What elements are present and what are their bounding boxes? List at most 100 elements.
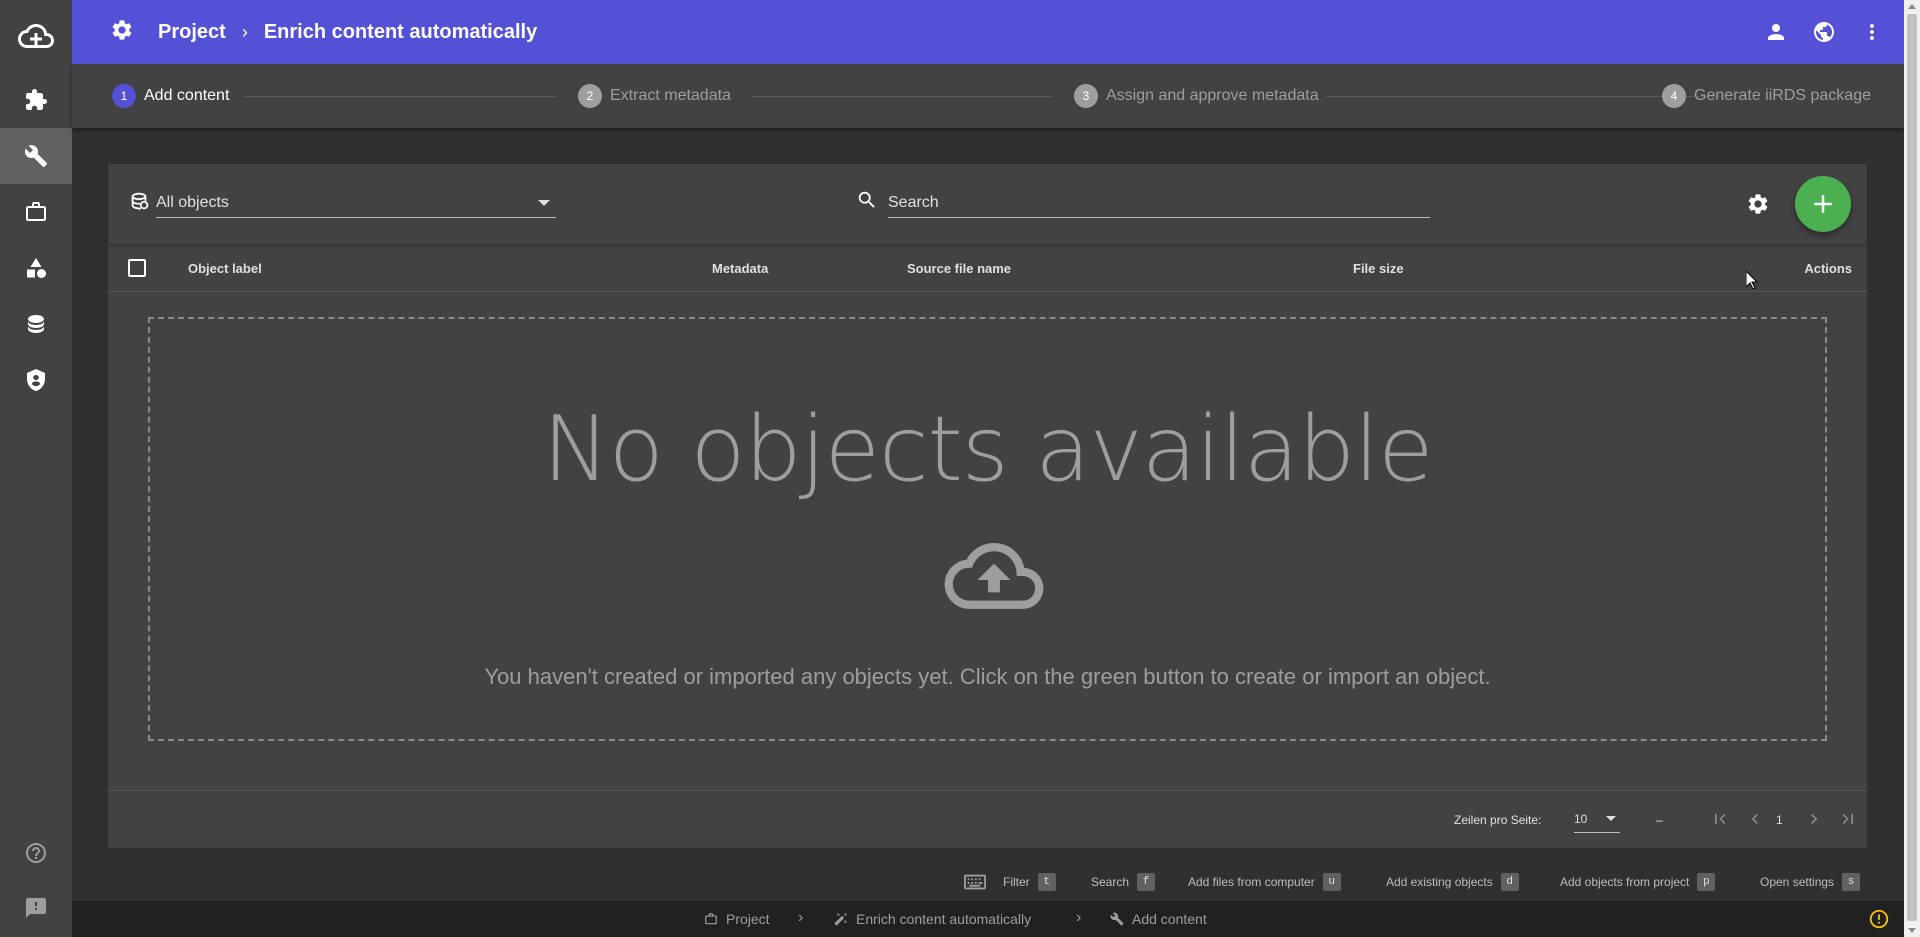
sidebar-item-tools[interactable] — [0, 128, 72, 184]
search-input[interactable] — [888, 188, 1430, 218]
table-settings-button[interactable] — [1742, 188, 1774, 220]
column-metadata[interactable]: Metadata — [712, 261, 768, 276]
first-page-icon — [1715, 814, 1726, 824]
puzzle-icon — [26, 89, 47, 110]
previous-page-button[interactable] — [1743, 807, 1767, 831]
step-label: Add content — [144, 87, 230, 104]
step-connector — [244, 96, 556, 97]
hint-key: d — [1500, 873, 1519, 891]
sidebar-item-projects[interactable] — [0, 184, 72, 240]
footer-breadcrumb-bar: Project › Enrich content automatically ›… — [72, 901, 1904, 937]
feedback-icon — [26, 898, 46, 918]
hint-label: Search — [1091, 875, 1130, 889]
hint-key: t — [1037, 873, 1056, 891]
mouse-cursor-icon — [1746, 271, 1758, 289]
step-generate-iirds-package[interactable]: 4 Generate iiRDS package — [1662, 84, 1871, 108]
rows-per-page-select[interactable]: 10 — [1574, 805, 1620, 833]
magic-wand-icon — [834, 913, 847, 926]
column-object-label[interactable]: Object label — [188, 261, 262, 276]
footer-breadcrumb-enrich[interactable]: Enrich content automatically — [834, 911, 1031, 927]
chevron-left-icon — [1751, 814, 1758, 824]
object-filter-select[interactable]: All objects — [156, 188, 556, 218]
hint-add-objects-from-project: Add objects from project p — [1560, 873, 1716, 891]
breadcrumb-label: Add content — [1132, 911, 1207, 927]
step-number: 4 — [1662, 84, 1686, 108]
upload-dropzone[interactable]: No objects available You haven't created… — [148, 317, 1827, 741]
current-page: 1 — [1776, 813, 1783, 827]
more-menu-button[interactable] — [1848, 8, 1896, 56]
objects-toolbar: All objects — [108, 164, 1867, 244]
page-scrollbar[interactable] — [1904, 0, 1920, 937]
hint-label: Filter — [1003, 875, 1030, 889]
hint-search: Search f — [1091, 873, 1156, 891]
breadcrumb-project[interactable]: Project — [158, 21, 226, 44]
step-label: Generate iiRDS package — [1694, 87, 1871, 104]
rows-per-page-value: 10 — [1574, 812, 1588, 826]
step-number: 2 — [578, 84, 602, 108]
keyboard-icon — [964, 874, 986, 890]
footer-breadcrumb-project[interactable]: Project — [704, 911, 770, 927]
column-source-file-name[interactable]: Source file name — [907, 261, 1011, 276]
sidebar — [0, 0, 72, 937]
app-logo-cloud-add-icon[interactable] — [0, 8, 72, 64]
breadcrumb-label: Enrich content automatically — [856, 911, 1032, 927]
next-page-button[interactable] — [1802, 807, 1826, 831]
empty-state-title: No objects available — [542, 397, 1433, 502]
wrench-icon — [1110, 912, 1124, 926]
object-filter-value: All objects — [156, 194, 229, 211]
column-actions: Actions — [1804, 261, 1852, 276]
last-page-icon — [1842, 814, 1853, 824]
scroll-down-arrow-icon[interactable] — [1908, 928, 1916, 933]
keyboard-shortcut-hints: Filter t Search f Add files from compute… — [0, 873, 1880, 893]
search-icon — [856, 189, 878, 211]
cloud-upload-icon — [944, 543, 1044, 613]
step-label: Extract metadata — [610, 87, 731, 104]
hint-add-files-from-computer: Add files from computer u — [1188, 873, 1341, 891]
scrollbar-thumb[interactable] — [1907, 14, 1917, 921]
hint-key: p — [1697, 873, 1716, 891]
breadcrumb-label: Project — [726, 911, 770, 927]
step-extract-metadata[interactable]: 2 Extract metadata — [578, 84, 731, 108]
chevron-down-icon — [538, 200, 550, 206]
scroll-up-arrow-icon[interactable] — [1908, 4, 1916, 9]
sidebar-item-objects[interactable] — [0, 240, 72, 296]
hint-open-settings: Open settings s — [1760, 873, 1861, 891]
help-icon — [26, 843, 46, 863]
shapes-icon — [27, 258, 46, 278]
filter-search-icon — [128, 190, 150, 212]
step-add-content[interactable]: 1 Add content — [112, 84, 229, 108]
breadcrumb-separator: › — [241, 21, 248, 42]
person-icon — [1768, 24, 1784, 40]
column-file-size[interactable]: File size — [1353, 261, 1404, 276]
sidebar-item-admin[interactable] — [0, 352, 72, 408]
project-settings-gear-icon[interactable] — [110, 18, 138, 46]
hint-add-existing-objects: Add existing objects d — [1386, 873, 1519, 891]
table-pagination: Zeilen pro Seite: 10 – 1 — [108, 790, 1867, 848]
header-actions — [1752, 0, 1904, 64]
empty-state-message: You haven't created or imported any obje… — [484, 664, 1491, 689]
warning-icon[interactable] — [1868, 908, 1890, 930]
hint-filter: Filter t — [1003, 873, 1056, 891]
step-label: Assign and approve metadata — [1106, 87, 1319, 104]
add-object-button[interactable] — [1795, 176, 1851, 232]
account-button[interactable] — [1752, 8, 1800, 56]
breadcrumb-separator: › — [798, 909, 804, 926]
briefcase-icon — [705, 913, 717, 925]
sidebar-item-database[interactable] — [0, 296, 72, 352]
step-assign-approve-metadata[interactable]: 3 Assign and approve metadata — [1074, 84, 1319, 108]
footer-breadcrumb-add-content: Add content — [1110, 911, 1207, 927]
briefcase-icon — [26, 202, 46, 221]
select-all-checkbox[interactable] — [128, 259, 146, 277]
first-page-button[interactable] — [1708, 807, 1732, 831]
last-page-button[interactable] — [1836, 807, 1860, 831]
plus-icon — [1814, 195, 1832, 213]
app-header: Project › Enrich content automatically — [72, 0, 1904, 64]
sidebar-item-extensions[interactable] — [0, 72, 72, 128]
chevron-down-icon — [1606, 816, 1616, 821]
language-button[interactable] — [1800, 8, 1848, 56]
hint-label: Add objects from project — [1560, 875, 1690, 889]
hint-key: s — [1842, 873, 1861, 891]
hint-label: Add existing objects — [1386, 875, 1493, 889]
wizard-stepper: 1 Add content 2 Extract metadata 3 Assig… — [72, 64, 1904, 128]
rows-per-page-label: Zeilen pro Seite: — [1454, 813, 1542, 827]
